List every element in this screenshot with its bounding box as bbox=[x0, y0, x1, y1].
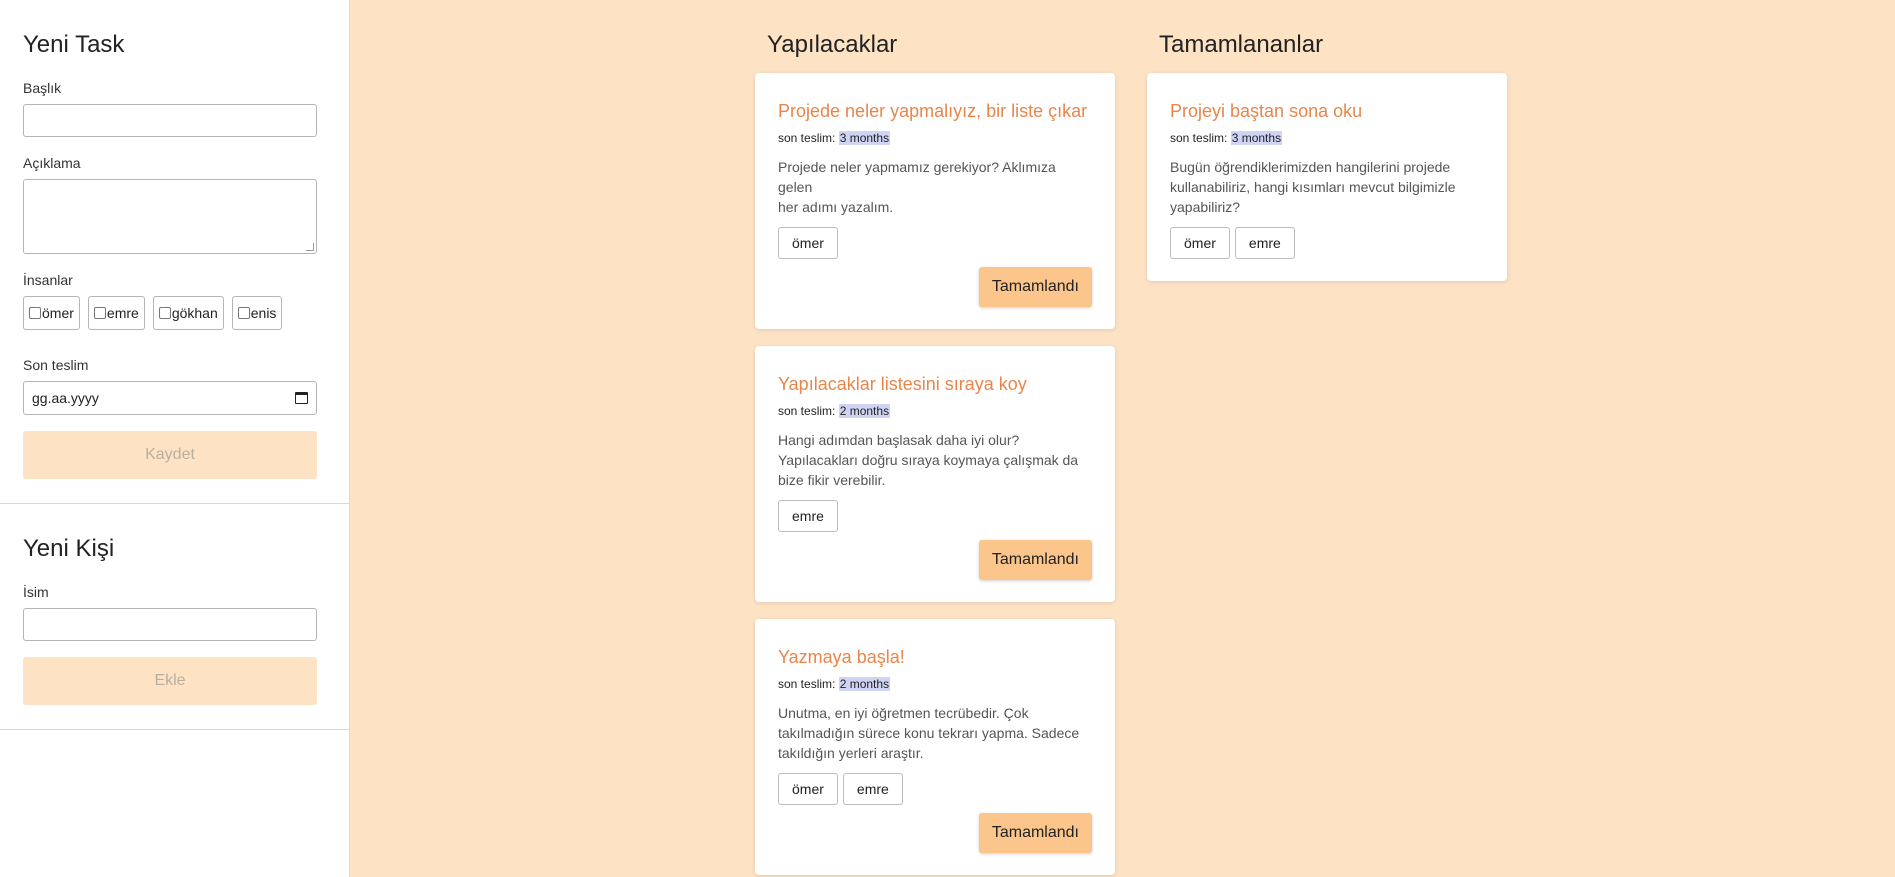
person-checkbox-emre[interactable]: emre bbox=[87, 296, 145, 330]
done-row: Tamamlandı bbox=[778, 813, 1092, 853]
name-input[interactable] bbox=[23, 608, 317, 641]
description-line: takıldığın yerleri araştır. bbox=[778, 745, 924, 761]
task-assignees: ömer emre bbox=[1170, 227, 1484, 259]
description-label: Açıklama bbox=[23, 155, 81, 171]
people-checkboxes: ömer emre gökhan enis bbox=[23, 296, 326, 330]
complete-button[interactable]: Tamamlandı bbox=[978, 813, 1092, 853]
task-title: Projede neler yapmalıyız, bir liste çıka… bbox=[778, 101, 1088, 121]
person-name: emre bbox=[106, 305, 139, 321]
person-checkbox-omer[interactable]: ömer bbox=[23, 296, 80, 330]
person-name: enis bbox=[250, 305, 277, 321]
description-line: Yapılacakları doğru sıraya koymaya çalış… bbox=[778, 452, 1079, 468]
deadline-prefix: son teslim: bbox=[778, 677, 836, 691]
task-description: Projede neler yapmamız gerekiyor? Aklımı… bbox=[778, 157, 1092, 217]
deadline-prefix: son teslim: bbox=[778, 404, 836, 418]
new-person-heading: Yeni Kişi bbox=[23, 535, 115, 562]
description-line: yapabiliriz? bbox=[1170, 199, 1241, 215]
task-deadline: son teslim: 3 months bbox=[778, 131, 1092, 146]
task-deadline: son teslim: 2 months bbox=[778, 677, 1092, 692]
sidebar: Yeni Task Başlık Açıklama İnsanlar ömer … bbox=[0, 0, 350, 877]
assignee-tag[interactable]: emre bbox=[1234, 227, 1295, 259]
deadline-prefix: son teslim: bbox=[1170, 131, 1228, 145]
task-card: Yapılacaklar listesini sıraya koy son te… bbox=[755, 346, 1115, 602]
task-assignees: emre bbox=[778, 500, 1092, 532]
calendar-icon[interactable] bbox=[295, 392, 308, 404]
new-person-form: Yeni Kişi İsim Ekle bbox=[0, 504, 349, 729]
deadline-date-input[interactable]: gg.aa.yyyy bbox=[23, 381, 317, 415]
title-label: Başlık bbox=[23, 80, 62, 96]
add-button[interactable]: Ekle bbox=[23, 657, 317, 705]
description-textarea[interactable] bbox=[23, 179, 317, 254]
checkbox-icon[interactable] bbox=[158, 307, 171, 319]
todo-heading: Yapılacaklar bbox=[767, 31, 898, 58]
name-label: İsim bbox=[23, 584, 49, 600]
new-task-heading: Yeni Task bbox=[23, 31, 125, 58]
task-description: Hangi adımdan başlasak daha iyi olur? Ya… bbox=[778, 430, 1092, 490]
deadline-value: 2 months bbox=[838, 677, 891, 691]
title-input[interactable] bbox=[23, 104, 317, 137]
assignee-tag[interactable]: emre bbox=[842, 773, 903, 805]
description-line: takılmadığın sürece konu tekrarı yapma. … bbox=[778, 725, 1080, 741]
task-assignees: ömer emre bbox=[778, 773, 1092, 805]
task-assignees: ömer bbox=[778, 227, 1092, 259]
task-title: Projeyi baştan sona oku bbox=[1170, 101, 1363, 121]
task-deadline: son teslim: 3 months bbox=[1170, 131, 1484, 146]
done-column: Tamamlananlar Projeyi baştan sona oku so… bbox=[1147, 0, 1507, 298]
complete-button[interactable]: Tamamlandı bbox=[978, 540, 1092, 580]
checkbox-icon[interactable] bbox=[93, 307, 106, 319]
task-description: Unutma, en iyi öğretmen tecrübedir. Çok … bbox=[778, 703, 1092, 763]
task-description: Bugün öğrendiklerimizden hangilerini pro… bbox=[1170, 157, 1484, 217]
task-title: Yapılacaklar listesini sıraya koy bbox=[778, 374, 1027, 394]
person-checkbox-gokhan[interactable]: gökhan bbox=[152, 296, 224, 330]
person-checkbox-enis[interactable]: enis bbox=[231, 296, 283, 330]
done-heading: Tamamlananlar bbox=[1159, 31, 1324, 58]
deadline-value: 2 months bbox=[838, 404, 891, 418]
task-card: Projede neler yapmalıyız, bir liste çıka… bbox=[755, 73, 1115, 329]
deadline-label: Son teslim bbox=[23, 357, 89, 373]
deadline-value: 3 months bbox=[1230, 131, 1283, 145]
complete-button[interactable]: Tamamlandı bbox=[978, 267, 1092, 307]
description-line: bize fikir verebilir. bbox=[778, 472, 886, 488]
person-name: gökhan bbox=[171, 305, 218, 321]
checkbox-icon[interactable] bbox=[29, 307, 41, 319]
description-line: Hangi adımdan başlasak daha iyi olur? bbox=[778, 432, 1020, 448]
deadline-value: 3 months bbox=[838, 131, 891, 145]
resize-grip-icon[interactable] bbox=[306, 243, 314, 251]
description-line: Projede neler yapmamız gerekiyor? Aklımı… bbox=[778, 159, 1056, 195]
description-line: Unutma, en iyi öğretmen tecrübedir. Çok bbox=[778, 705, 1029, 721]
deadline-prefix: son teslim: bbox=[778, 131, 836, 145]
section-divider bbox=[0, 729, 350, 730]
description-line: Bugün öğrendiklerimizden hangilerini pro… bbox=[1170, 159, 1451, 175]
save-button[interactable]: Kaydet bbox=[23, 431, 317, 479]
person-name: ömer bbox=[42, 305, 74, 321]
done-row: Tamamlandı bbox=[778, 267, 1092, 307]
task-title: Yazmaya başla! bbox=[778, 647, 905, 667]
description-line: kullanabiliriz, hangi kısımları mevcut b… bbox=[1170, 179, 1456, 195]
task-deadline: son teslim: 2 months bbox=[778, 404, 1092, 419]
description-line: her adımı yazalım. bbox=[778, 199, 894, 215]
assignee-tag[interactable]: ömer bbox=[778, 227, 838, 259]
assignee-tag[interactable]: emre bbox=[778, 500, 838, 532]
assignee-tag[interactable]: ömer bbox=[1170, 227, 1230, 259]
date-placeholder: gg.aa.yyyy bbox=[32, 390, 99, 406]
checkbox-icon[interactable] bbox=[237, 307, 250, 319]
todo-column: Yapılacaklar Projede neler yapmalıyız, b… bbox=[755, 0, 1115, 877]
people-label: İnsanlar bbox=[23, 272, 73, 288]
task-card: Yazmaya başla! son teslim: 2 months Unut… bbox=[755, 619, 1115, 875]
assignee-tag[interactable]: ömer bbox=[778, 773, 838, 805]
new-task-form: Yeni Task Başlık Açıklama İnsanlar ömer … bbox=[0, 0, 349, 503]
done-row: Tamamlandı bbox=[778, 540, 1092, 580]
completed-task-card: Projeyi baştan sona oku son teslim: 3 mo… bbox=[1147, 73, 1507, 281]
